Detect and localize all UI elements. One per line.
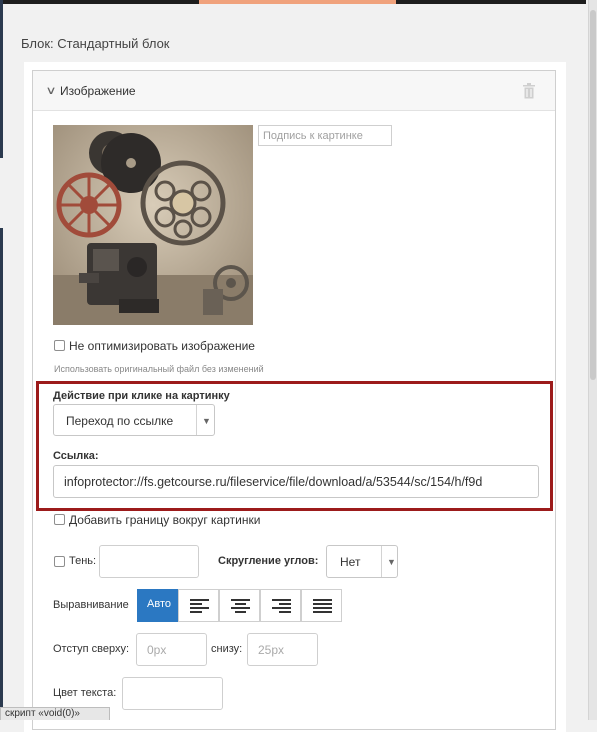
rounding-label: Скругление углов: [218,555,319,567]
trash-icon[interactable] [523,83,535,99]
border-checkbox[interactable] [54,514,65,525]
shadow-checkbox[interactable] [54,556,65,567]
text-color-label: Цвет текста: [53,687,117,699]
click-action-value: Переход по ссылке [66,414,174,428]
left-edge [0,228,3,720]
scrollbar[interactable] [588,0,597,720]
optimize-label: Не оптимизировать изображение [69,339,255,353]
align-auto-label: Авто [147,598,171,610]
shadow-input[interactable] [99,545,199,578]
align-left-icon [190,599,209,613]
optimize-checkbox[interactable] [54,340,65,351]
align-right-icon [272,599,291,613]
align-center-button[interactable] [219,589,260,622]
link-input[interactable] [53,465,539,498]
padding-bottom-input[interactable] [247,633,318,666]
align-justify-button[interactable] [301,589,342,622]
align-left-button[interactable] [178,589,219,622]
caption-input[interactable] [258,125,392,146]
rounding-select[interactable]: Нет ▼ [326,545,398,578]
alignment-label: Выравнивание [53,599,129,611]
click-action-select[interactable]: Переход по ссылке ▼ [53,404,215,436]
align-auto-button[interactable]: Авто [137,589,178,622]
panel-title: Изображение [60,84,136,98]
image-preview[interactable] [53,125,253,325]
text-color-input[interactable] [122,677,223,710]
align-center-icon [231,599,250,613]
active-tab-indicator [199,0,396,4]
left-edge [0,0,3,158]
border-label: Добавить границу вокруг картинки [69,513,261,527]
padding-bottom-label: снизу: [211,643,243,655]
panel-header[interactable]: ∨ Изображение [33,71,555,111]
status-bar: скрипт «void(0)» [0,707,110,720]
padding-top-label: Отступ сверху: [53,643,130,655]
align-right-button[interactable] [260,589,301,622]
block-title: Блок: Стандартный блок [21,36,170,51]
link-label: Ссылка: [53,450,99,462]
chevron-down-icon: ▼ [387,557,396,567]
rounding-value: Нет [340,555,361,569]
click-action-label: Действие при клике на картинку [53,390,230,402]
padding-top-input[interactable] [136,633,207,666]
shadow-label: Тень: [69,555,97,567]
chevron-down-icon: ▼ [202,416,211,426]
scrollbar-thumb[interactable] [590,10,596,380]
chevron-down-icon[interactable]: ∨ [45,84,56,97]
align-justify-icon [313,599,332,613]
optimize-hint: Использовать оригинальный файл без измен… [54,364,264,374]
